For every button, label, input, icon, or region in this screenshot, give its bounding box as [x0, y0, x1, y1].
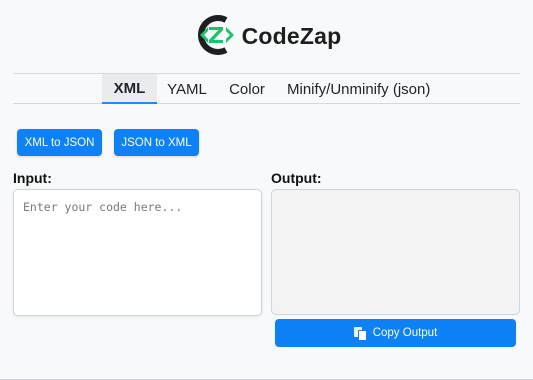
copy-icon: [353, 326, 367, 341]
codezap-logo-icon: [197, 15, 234, 55]
tab-bar: XML YAML Color Minify/Unminify (json): [13, 73, 520, 104]
app-header: CodeZap: [0, 12, 533, 58]
output-label: Output:: [271, 170, 322, 186]
xml-to-json-button[interactable]: XML to JSON: [17, 129, 102, 156]
copy-output-button[interactable]: Copy Output: [275, 319, 516, 347]
tab-yaml[interactable]: YAML: [157, 74, 217, 104]
input-label: Input:: [13, 170, 52, 186]
tab-color[interactable]: Color: [217, 74, 277, 104]
app-window: CodeZap XML YAML Color Minify/Unminify (…: [0, 0, 533, 380]
brand-name: CodeZap: [241, 22, 342, 49]
json-to-xml-button[interactable]: JSON to XML: [114, 129, 199, 156]
copy-output-label: Copy Output: [372, 327, 438, 339]
tab-list: XML YAML Color Minify/Unminify (json): [102, 74, 430, 104]
tab-xml[interactable]: XML: [102, 74, 157, 104]
output-textarea[interactable]: [271, 189, 520, 315]
tab-minify-json[interactable]: Minify/Unminify (json): [277, 74, 430, 104]
input-textarea[interactable]: [13, 189, 262, 316]
